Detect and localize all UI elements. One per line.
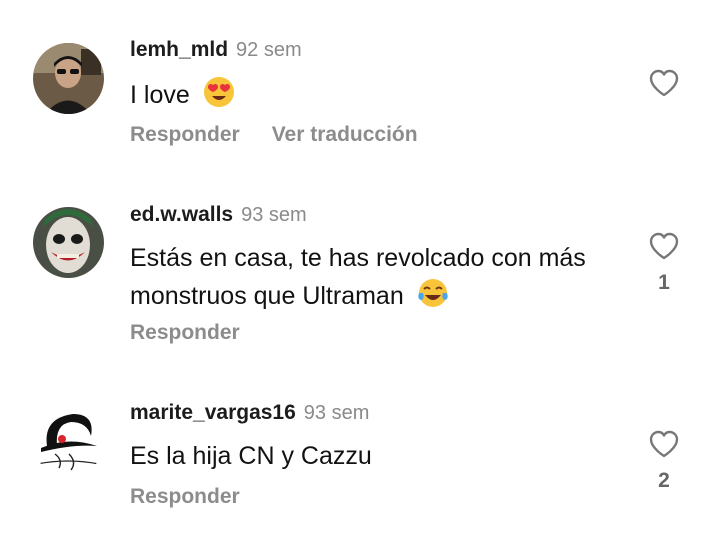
heart-icon (649, 232, 679, 260)
comment-actions: Responder Ver traducción (130, 123, 450, 147)
comment-text-block: Es la hija CN y Cazzu (130, 437, 610, 475)
heart-eyes-emoji-icon (203, 77, 234, 107)
avatar-image (33, 43, 104, 114)
username[interactable]: lemh_mld (130, 38, 228, 61)
heart-icon (649, 430, 679, 458)
avatar[interactable] (33, 43, 104, 114)
comment-text: Es la hija CN y Cazzu (130, 442, 372, 470)
avatar-image (33, 207, 104, 278)
reply-button[interactable]: Responder (130, 123, 240, 146)
like-button[interactable]: 2 (644, 429, 684, 493)
tears-of-joy-emoji-icon (418, 279, 448, 307)
like-button[interactable]: 1 (644, 231, 684, 295)
comment-text-block: I love (130, 76, 610, 114)
timestamp: 93 sem (241, 204, 307, 226)
reply-button[interactable]: Responder (130, 321, 240, 344)
comment-actions: Responder (130, 321, 272, 345)
avatar[interactable] (33, 406, 104, 477)
like-count: 2 (658, 469, 670, 492)
username[interactable]: ed.w.walls (130, 203, 233, 226)
comment-actions: Responder (130, 485, 272, 509)
reply-button[interactable]: Responder (130, 485, 240, 508)
comment-header: ed.w.walls 93 sem (130, 203, 307, 227)
see-translation-button[interactable]: Ver traducción (272, 123, 418, 146)
timestamp: 92 sem (236, 39, 302, 61)
comment-header: marite_vargas16 93 sem (130, 401, 369, 425)
comment-text-block: Estás en casa, te has revolcado con más … (130, 239, 610, 315)
timestamp: 93 sem (303, 402, 370, 424)
like-count: 1 (658, 271, 670, 294)
avatar[interactable] (33, 207, 104, 278)
username[interactable]: marite_vargas16 (130, 401, 296, 424)
comment-header: lemh_mld 92 sem (130, 38, 302, 62)
avatar-image (33, 406, 104, 477)
like-button[interactable] (644, 68, 684, 98)
comment-text: I love (130, 81, 190, 109)
heart-icon (649, 69, 679, 97)
comment-text: Estás en casa, te has revolcado con más … (130, 244, 586, 310)
